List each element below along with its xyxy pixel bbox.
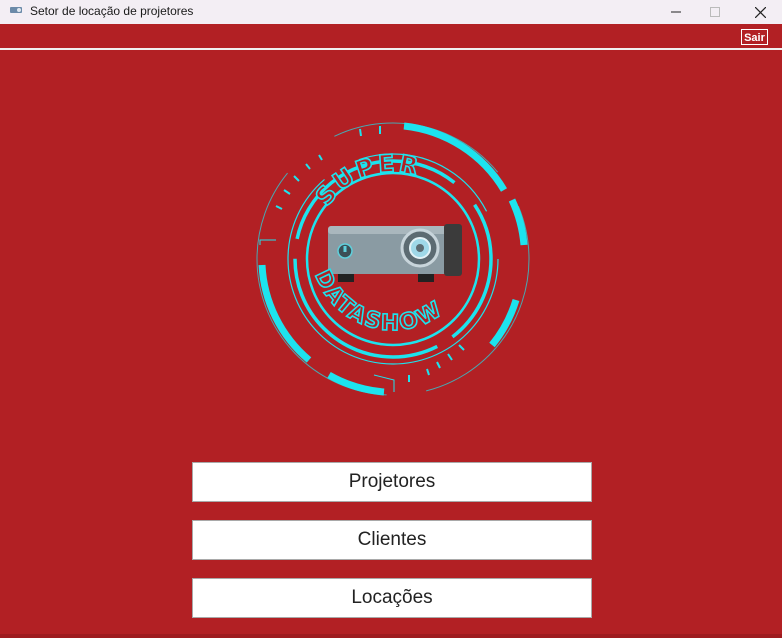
exit-button[interactable]: Sair [741,29,768,45]
window-bottom-edge [0,634,782,638]
menu-bar [0,24,782,50]
projector-app-icon [10,7,22,13]
logo-top-text: SUPER [309,148,421,211]
window-titlebar: Setor de locação de projetores [0,0,782,24]
projetores-button[interactable]: Projetores [192,462,592,502]
projector-icon [328,224,462,282]
close-icon [754,6,766,18]
locacoes-button[interactable]: Locações [192,578,592,618]
super-datashow-logo: SUPER DATASHOW [256,122,530,396]
clientes-button[interactable]: Clientes [192,520,592,560]
window-title: Setor de locação de projetores [30,4,194,18]
maximize-button[interactable] [693,0,737,24]
minimize-button[interactable] [654,0,698,24]
svg-text:SUPER: SUPER [310,149,423,211]
close-button[interactable] [738,0,782,24]
minimize-icon [671,11,681,13]
maximize-icon [710,7,720,17]
